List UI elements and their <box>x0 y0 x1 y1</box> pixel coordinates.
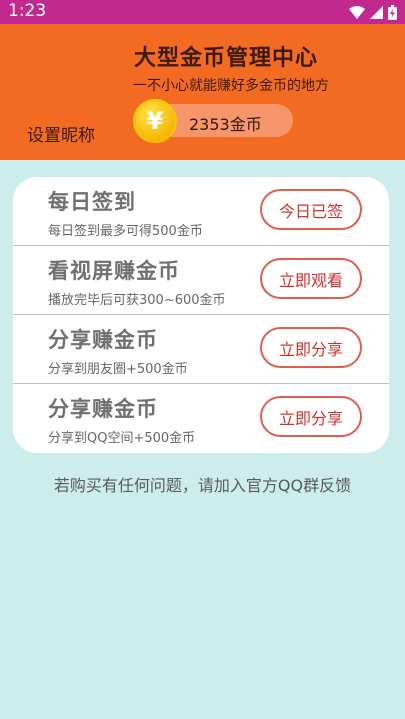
wifi-icon <box>349 5 365 19</box>
task-row-share-qzone: 分享赚金币 分享到QQ空间+500金币 立即分享 <box>13 383 389 453</box>
coin-icon: ¥ <box>133 99 177 143</box>
signal-icon <box>370 5 383 19</box>
share-now-button[interactable]: 立即分享 <box>260 396 362 437</box>
task-title: 每日签到 <box>48 190 136 214</box>
checked-in-button[interactable]: 今日已签 <box>260 189 362 230</box>
support-footer-text: 若购买有任何问题，请加入官方QQ群反馈 <box>53 476 352 495</box>
status-bar: 1:23 <box>0 0 405 24</box>
task-subtitle: 每日签到最多可得500金币 <box>48 224 203 239</box>
watch-now-button[interactable]: 立即观看 <box>260 258 362 299</box>
task-card: 每日签到 每日签到最多可得500金币 今日已签 看视屏赚金币 播放完毕后可获30… <box>13 177 389 453</box>
status-icons <box>349 4 397 20</box>
set-nickname-link[interactable]: 设置昵称 <box>27 121 95 146</box>
page-title: 大型金币管理中心 <box>134 46 319 71</box>
task-title: 分享赚金币 <box>48 328 158 352</box>
task-title: 看视屏赚金币 <box>48 259 180 283</box>
coin-balance: 2353金币 <box>189 115 262 134</box>
share-now-button[interactable]: 立即分享 <box>260 327 362 368</box>
battery-icon <box>388 4 397 20</box>
task-subtitle: 分享到朋友圈+500金币 <box>48 362 188 377</box>
status-time: 1:23 <box>8 1 47 21</box>
task-title: 分享赚金币 <box>48 397 158 421</box>
task-row-share-moments: 分享赚金币 分享到朋友圈+500金币 立即分享 <box>13 314 389 384</box>
header: 大型金币管理中心 一不小心就能赚好多金币的地方 设置昵称 ¥ 2353金币 <box>0 24 405 160</box>
task-subtitle: 播放完毕后可获300~600金币 <box>48 293 226 308</box>
task-row-watch-video: 看视屏赚金币 播放完毕后可获300~600金币 立即观看 <box>13 245 389 315</box>
task-row-daily-checkin: 每日签到 每日签到最多可得500金币 今日已签 <box>13 177 389 246</box>
page-subtitle: 一不小心就能赚好多金币的地方 <box>133 78 329 94</box>
task-subtitle: 分享到QQ空间+500金币 <box>48 431 196 446</box>
